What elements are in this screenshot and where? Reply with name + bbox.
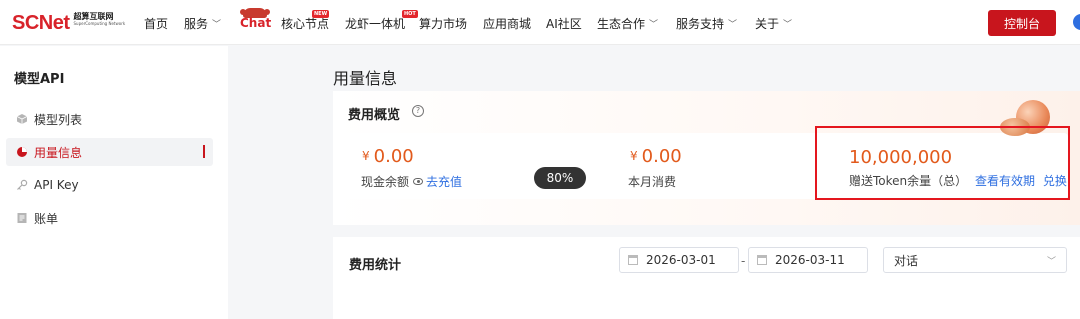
chevron-down-icon: ﹀: [783, 20, 793, 30]
currency-symbol: ¥: [362, 149, 370, 163]
nav-support-label: 服务支持: [676, 17, 725, 31]
sidebar-item-label: API Key: [34, 178, 79, 192]
logo-cn: 超算互联网: [73, 12, 114, 21]
nav-about-label: 关于: [755, 17, 780, 31]
sidebar-item-label: 模型列表: [34, 112, 83, 127]
logo-text: SCNet: [12, 12, 70, 34]
nav-services-label: 服务: [184, 17, 209, 31]
avatar[interactable]: [1073, 14, 1080, 30]
console-button[interactable]: 控制台: [988, 10, 1056, 36]
bill-icon: [16, 212, 28, 224]
nav-app-store[interactable]: 应用商城: [483, 15, 531, 32]
hot-badge: HOT: [402, 10, 418, 18]
key-icon: [16, 179, 28, 191]
nav-compute-market[interactable]: 算力市场: [419, 15, 467, 32]
start-date-value: 2026-03-01: [646, 253, 716, 267]
type-select-value: 对话: [894, 253, 919, 268]
token-highlight-box: [815, 126, 1070, 200]
nav-lobster[interactable]: 龙虾一体机: [345, 15, 405, 32]
start-date-input[interactable]: 2026-03-01: [619, 247, 739, 273]
pie-chart-icon: [16, 146, 28, 158]
nav-chat-label: Chat: [240, 16, 272, 30]
percent-badge: 80%: [534, 167, 586, 189]
calendar-icon: [628, 255, 638, 265]
sidebar-item-bill[interactable]: 账单: [6, 204, 213, 232]
chevron-down-icon: ﹀: [1046, 257, 1056, 267]
nav-lobster-label: 龙虾一体机: [345, 17, 406, 31]
monthly-spend-value: 0.00: [641, 146, 682, 167]
chevron-down-icon: ﹀: [728, 20, 738, 30]
monthly-spend-label: 本月消费: [628, 175, 677, 189]
recharge-link[interactable]: 去充值: [426, 175, 462, 189]
cash-balance-value: 0.00: [373, 146, 414, 167]
logo-en: SuperComputing Network: [73, 21, 126, 26]
cost-statistics-card: 费用统计 2026-03-01 - 2026-03-11 对话 ﹀: [333, 237, 1080, 319]
end-date-value: 2026-03-11: [775, 253, 845, 267]
currency-symbol: ¥: [630, 149, 638, 163]
monthly-spend: ¥0.00: [630, 146, 682, 167]
cash-balance-row: 现金余额 去充值: [361, 173, 462, 190]
overview-title: 费用概览: [348, 108, 401, 123]
chevron-down-icon: ﹀: [212, 20, 222, 30]
chevron-down-icon: ﹀: [649, 20, 659, 30]
active-indicator: [203, 145, 205, 158]
sidebar-item-model-list[interactable]: 模型列表: [6, 105, 213, 133]
sidebar-item-api-key[interactable]: API Key: [6, 171, 213, 199]
nav-ecosystem[interactable]: 生态合作 ﹀: [597, 15, 658, 32]
nav-services[interactable]: 服务 ﹀: [184, 15, 221, 32]
end-date-input[interactable]: 2026-03-11: [748, 247, 868, 273]
cash-balance-label: 现金余额: [361, 175, 410, 189]
statistics-title: 费用统计: [349, 258, 402, 273]
eye-icon[interactable]: [413, 178, 424, 185]
new-badge: NEW: [312, 10, 330, 18]
sidebar-item-label: 用量信息: [34, 145, 83, 160]
nav-core-nodes-label: 核心节点: [281, 17, 330, 31]
calendar-icon: [757, 255, 767, 265]
sidebar: 模型API 模型列表 用量信息 API Key 账单: [0, 46, 228, 319]
type-select[interactable]: 对话 ﹀: [883, 247, 1067, 273]
sidebar-item-usage[interactable]: 用量信息: [6, 138, 213, 166]
nav-about[interactable]: 关于 ﹀: [755, 15, 792, 32]
page-title: 用量信息: [333, 69, 398, 88]
nav-support[interactable]: 服务支持 ﹀: [676, 15, 737, 32]
nav-home[interactable]: 首页: [144, 15, 168, 32]
top-navbar: SCNet 超算互联网 SuperComputing Network 首页 服务…: [0, 0, 1080, 45]
cube-icon: [16, 113, 28, 125]
cash-balance: ¥0.00: [362, 146, 414, 167]
scnet-logo[interactable]: SCNet 超算互联网 SuperComputing Network: [12, 13, 125, 35]
nav-chat[interactable]: Chat: [240, 8, 272, 34]
date-range-separator: -: [741, 254, 746, 268]
nav-ecosystem-label: 生态合作: [597, 17, 646, 31]
nav-ai-community[interactable]: AI社区: [546, 15, 582, 32]
sidebar-item-label: 账单: [34, 211, 59, 226]
help-icon[interactable]: ?: [412, 105, 424, 117]
sidebar-title: 模型API: [14, 72, 65, 87]
